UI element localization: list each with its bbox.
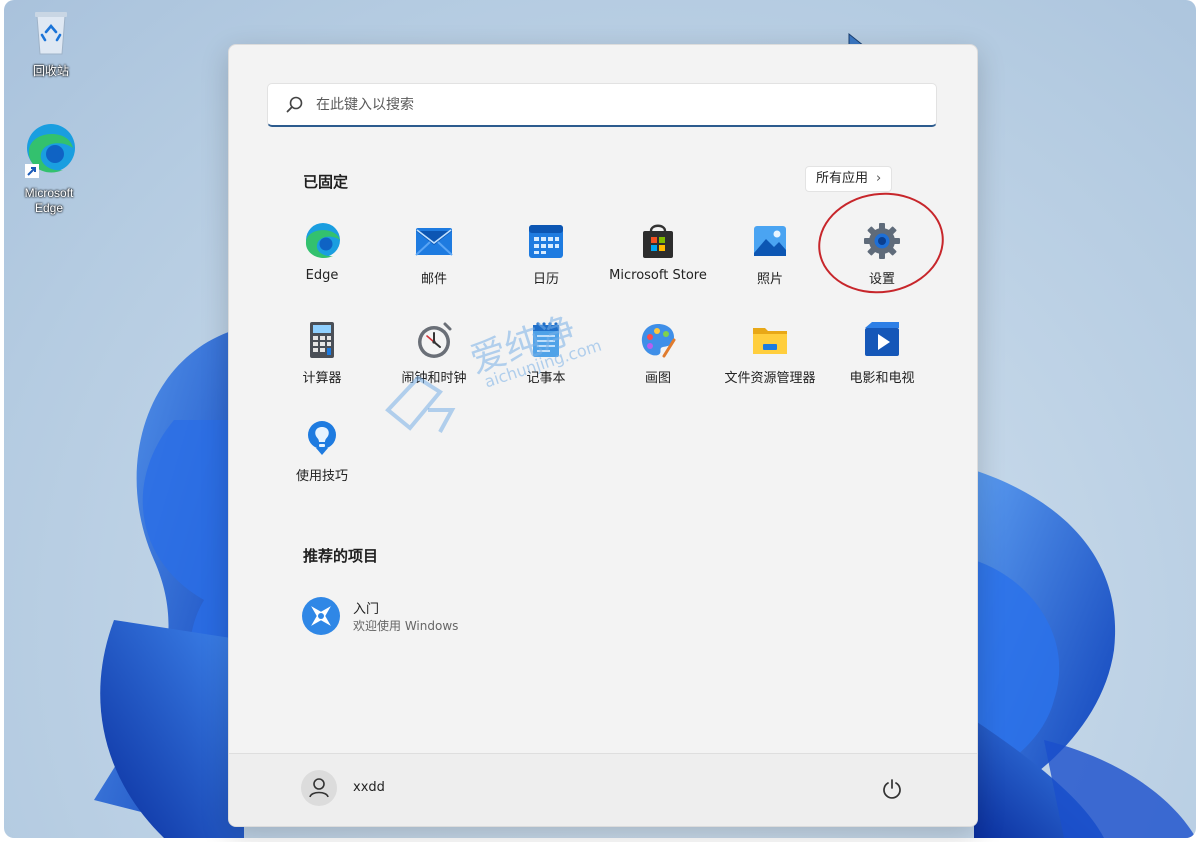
movies-icon xyxy=(865,322,899,356)
pinned-section-title: 已固定 xyxy=(303,173,349,191)
app-label: 邮件 xyxy=(420,272,447,287)
pinned-app-paint[interactable]: 画图 xyxy=(602,320,714,386)
pinned-app-file-explorer[interactable]: 文件资源管理器 xyxy=(714,320,826,386)
all-apps-button[interactable]: 所有应用 › xyxy=(805,166,893,192)
start-menu: 已固定 所有应用 › Edge 邮件 日历 xyxy=(228,44,978,827)
recycle-bin-icon xyxy=(35,12,67,55)
app-label: Edge xyxy=(305,268,339,283)
pinned-app-mail[interactable]: 邮件 xyxy=(378,221,490,287)
edge-icon xyxy=(305,223,340,259)
app-label: 文件资源管理器 xyxy=(724,371,816,386)
calculator-icon xyxy=(310,322,334,358)
desktop-icon-recycle-bin[interactable]: 回收站 xyxy=(16,8,86,79)
pinned-app-tips[interactable]: 使用技巧 xyxy=(266,418,378,484)
app-label: Microsoft Store xyxy=(609,268,707,283)
search-input[interactable] xyxy=(314,90,918,120)
paint-icon xyxy=(641,324,676,358)
recommended-item-subtitle: 欢迎使用 Windows xyxy=(353,619,459,633)
tips-icon xyxy=(308,421,336,455)
calendar-icon xyxy=(529,225,563,258)
pinned-app-movies-tv[interactable]: 电影和电视 xyxy=(826,320,938,386)
get-started-icon xyxy=(302,597,340,635)
recommended-section-title: 推荐的项目 xyxy=(303,547,379,565)
start-menu-footer: xxdd xyxy=(229,753,977,826)
desktop-icon-edge[interactable]: Microsoft Edge xyxy=(14,120,84,216)
user-icon xyxy=(309,778,329,798)
app-label: 日历 xyxy=(532,272,559,287)
recommended-item-title: 入门 xyxy=(353,602,380,617)
watermark-logo-icon xyxy=(385,375,456,433)
folder-icon xyxy=(753,328,787,354)
user-avatar[interactable] xyxy=(301,770,337,806)
app-label: 电影和电视 xyxy=(849,371,915,386)
app-label: 使用技巧 xyxy=(295,469,348,484)
store-icon xyxy=(643,224,673,258)
edge-icon xyxy=(25,124,75,178)
app-label: 计算器 xyxy=(302,371,342,386)
mail-icon xyxy=(415,228,453,256)
pinned-app-edge[interactable]: Edge xyxy=(266,221,378,283)
pinned-app-photos[interactable]: 照片 xyxy=(714,221,826,287)
pinned-app-calendar[interactable]: 日历 xyxy=(490,221,602,287)
pinned-app-calculator[interactable]: 计算器 xyxy=(266,320,378,386)
search-box[interactable] xyxy=(267,83,937,127)
desktop-icon-label: 回收站 xyxy=(32,64,69,78)
chevron-right-icon: › xyxy=(876,171,882,186)
app-label: 画图 xyxy=(644,371,671,386)
pinned-app-store[interactable]: Microsoft Store xyxy=(602,221,714,283)
clock-icon xyxy=(418,322,452,358)
app-label: 照片 xyxy=(756,272,783,287)
search-icon xyxy=(286,96,303,113)
power-icon[interactable] xyxy=(881,778,903,800)
user-name[interactable]: xxdd xyxy=(353,780,385,795)
desktop-icon-label: Microsoft Edge xyxy=(24,186,74,215)
photos-icon xyxy=(754,226,786,256)
all-apps-label: 所有应用 xyxy=(816,171,869,186)
